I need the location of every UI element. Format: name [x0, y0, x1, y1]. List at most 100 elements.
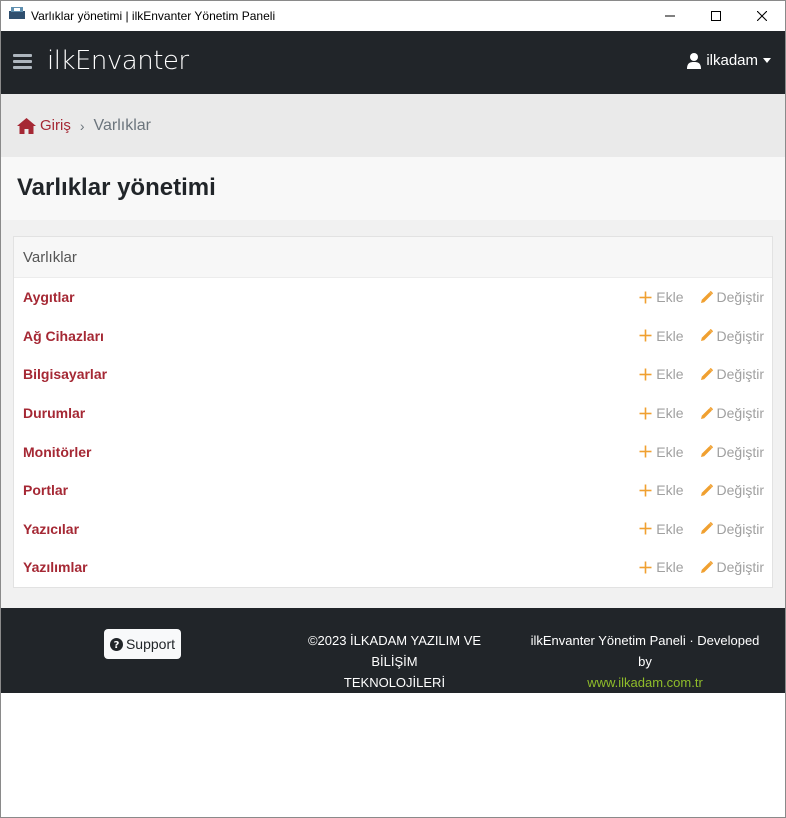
username: ilkadam: [706, 52, 758, 69]
app-icon: [9, 7, 25, 19]
add-button[interactable]: Ekle: [639, 327, 684, 344]
window-controls: [647, 1, 785, 31]
page-header: Varlıklar yönetimi: [1, 157, 785, 220]
add-button[interactable]: Ekle: [639, 443, 684, 460]
change-label: Değiştir: [716, 327, 764, 344]
change-label: Değiştir: [716, 559, 764, 576]
main-content: Varlıklar Aygıtlar Ekle Değiştir Ağ Ciha…: [1, 220, 785, 608]
breadcrumb-home-label: Giriş: [40, 117, 71, 134]
row-actions: Ekle Değiştir: [623, 405, 764, 421]
footer: ? Support ©2023 İLKADAM YAZILIM VE BİLİŞ…: [1, 608, 785, 693]
plus-icon: [639, 368, 652, 381]
pencil-icon: [700, 329, 713, 342]
pencil-icon: [700, 483, 713, 496]
change-button[interactable]: Değiştir: [700, 444, 764, 460]
maximize-icon: [711, 11, 721, 21]
minimize-button[interactable]: [647, 1, 693, 31]
asset-link[interactable]: Portlar: [23, 482, 68, 498]
hamburger-menu-icon[interactable]: [13, 54, 32, 70]
page-title: Varlıklar yönetimi: [17, 174, 216, 201]
row-actions: Ekle Değiştir: [623, 521, 764, 537]
asset-link[interactable]: Monitörler: [23, 444, 91, 460]
breadcrumb-home[interactable]: Giriş: [17, 117, 71, 134]
change-button[interactable]: Değiştir: [700, 289, 764, 305]
asset-link[interactable]: Ağ Cihazları: [23, 328, 104, 344]
asset-row: Portlar Ekle Değiştir: [14, 471, 772, 510]
brand-logo[interactable]: ilkEnvanter: [47, 46, 189, 76]
asset-row: Yazılımlar Ekle Değiştir: [14, 548, 772, 587]
change-button[interactable]: Değiştir: [700, 482, 764, 498]
change-label: Değiştir: [716, 520, 764, 537]
window-title: Varlıklar yönetimi | ilkEnvanter Yönetim…: [31, 9, 276, 23]
developer-info: ilkEnvanter Yönetim Paneli · Developed b…: [525, 630, 765, 693]
plus-icon: [639, 407, 652, 420]
asset-link[interactable]: Durumlar: [23, 405, 85, 421]
website-link[interactable]: www.ilkadam.com.tr: [525, 672, 765, 693]
asset-row: Aygıtlar Ekle Değiştir: [14, 278, 772, 317]
user-menu[interactable]: ilkadam: [687, 52, 771, 69]
row-actions: Ekle Değiştir: [623, 444, 764, 460]
maximize-button[interactable]: [693, 1, 739, 31]
asset-row: Ağ Cihazları Ekle Değiştir: [14, 317, 772, 356]
asset-row: Monitörler Ekle Değiştir: [14, 432, 772, 471]
close-icon: [757, 11, 767, 21]
row-actions: Ekle Değiştir: [623, 328, 764, 344]
add-button[interactable]: Ekle: [639, 366, 684, 383]
change-button[interactable]: Değiştir: [700, 405, 764, 421]
add-button[interactable]: Ekle: [639, 405, 684, 422]
row-actions: Ekle Değiştir: [623, 366, 764, 382]
pencil-icon: [700, 522, 713, 535]
add-button[interactable]: Ekle: [639, 482, 684, 499]
add-label: Ekle: [656, 327, 684, 344]
add-button[interactable]: Ekle: [639, 520, 684, 537]
svg-text:?: ?: [114, 640, 120, 651]
pencil-icon: [700, 560, 713, 573]
pencil-icon: [700, 406, 713, 419]
copyright-line2: TEKNOLOJİLERİ: [343, 675, 446, 690]
window-titlebar: Varlıklar yönetimi | ilkEnvanter Yönetim…: [1, 1, 785, 31]
change-button[interactable]: Değiştir: [700, 521, 764, 537]
add-button[interactable]: Ekle: [639, 559, 684, 576]
add-button[interactable]: Ekle: [639, 289, 684, 305]
plus-icon: [639, 445, 652, 458]
assets-card: Varlıklar Aygıtlar Ekle Değiştir Ağ Ciha…: [13, 236, 773, 588]
change-label: Değiştir: [716, 366, 764, 383]
change-button[interactable]: Değiştir: [700, 366, 764, 382]
add-label: Ekle: [656, 520, 684, 537]
support-label: Support: [125, 636, 176, 652]
asset-row: Bilgisayarlar Ekle Değiştir: [14, 355, 772, 394]
copyright-text: ©2023 İLKADAM YAZILIM VE BİLİŞİM TEKNOLO…: [287, 630, 502, 693]
support-button[interactable]: ? Support: [104, 629, 181, 659]
asset-link[interactable]: Aygıtlar: [23, 289, 75, 305]
plus-icon: [639, 291, 652, 304]
pencil-icon: [700, 290, 713, 303]
row-actions: Ekle Değiştir: [623, 289, 764, 305]
caret-down-icon: [763, 58, 771, 63]
breadcrumb: Giriş › Varlıklar: [1, 94, 785, 157]
row-actions: Ekle Değiştir: [623, 559, 764, 575]
asset-list: Aygıtlar Ekle Değiştir Ağ Cihazları Ekle…: [14, 278, 772, 587]
add-label: Ekle: [656, 482, 684, 499]
home-icon: [17, 117, 36, 134]
add-label: Ekle: [656, 405, 684, 422]
breadcrumb-current: Varlıklar: [93, 116, 152, 134]
asset-link[interactable]: Yazıcılar: [23, 521, 79, 537]
card-header: Varlıklar: [14, 237, 772, 278]
asset-link[interactable]: Yazılımlar: [23, 559, 88, 575]
change-label: Değiştir: [716, 443, 764, 460]
top-navbar: ilkEnvanter ilkadam: [1, 31, 785, 94]
breadcrumb-separator: ›: [79, 117, 85, 134]
add-label: Ekle: [656, 559, 684, 576]
change-button[interactable]: Değiştir: [700, 328, 764, 344]
add-label: Ekle: [656, 366, 684, 383]
developed-by-text: ilkEnvanter Yönetim Paneli · Developed b…: [530, 633, 760, 669]
add-label: Ekle: [656, 443, 684, 460]
close-button[interactable]: [739, 1, 785, 31]
user-icon: [687, 52, 702, 69]
plus-icon: [639, 561, 652, 574]
change-label: Değiştir: [716, 289, 764, 306]
change-button[interactable]: Değiştir: [700, 559, 764, 575]
asset-row: Yazıcılar Ekle Değiştir: [14, 510, 772, 549]
asset-link[interactable]: Bilgisayarlar: [23, 366, 107, 382]
asset-row: Durumlar Ekle Değiştir: [14, 394, 772, 433]
